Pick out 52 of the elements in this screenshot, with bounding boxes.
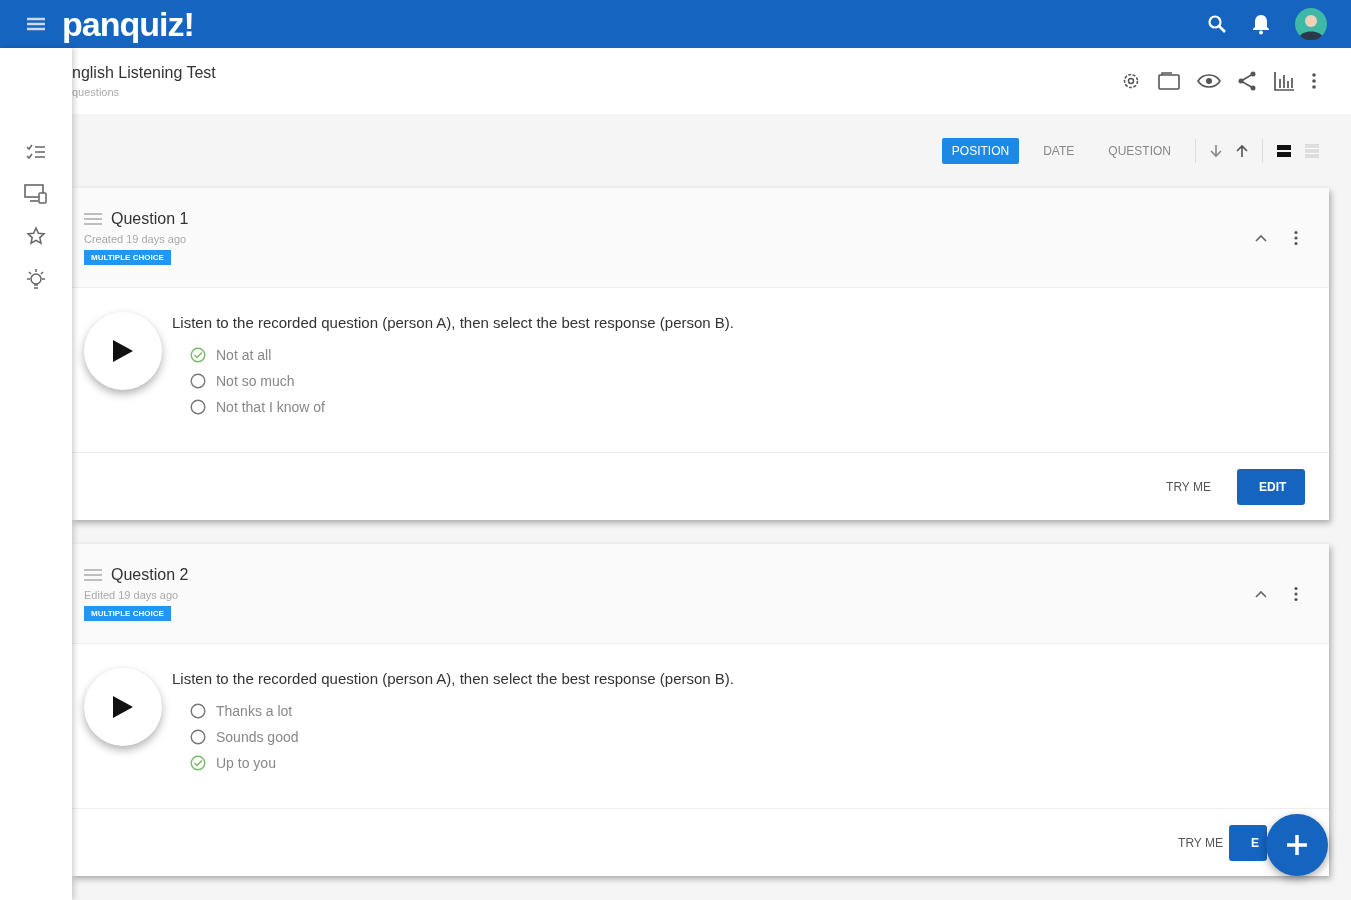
play-icon bbox=[112, 339, 134, 363]
collapse-icon[interactable] bbox=[1255, 233, 1267, 242]
answer-option: Not at all bbox=[216, 347, 272, 363]
arrow-down-icon[interactable] bbox=[1210, 144, 1222, 158]
question-type-tag: MULTIPLE CHOICE bbox=[84, 606, 171, 621]
question-meta: Created 19 days ago bbox=[84, 233, 187, 245]
more-icon[interactable] bbox=[1293, 229, 1299, 246]
question-type-tag: MULTIPLE CHOICE bbox=[84, 250, 171, 265]
slides-icon[interactable] bbox=[1157, 71, 1181, 91]
lightbulb-icon[interactable] bbox=[24, 268, 48, 292]
sort-tab[interactable]: QUESTION bbox=[1098, 138, 1181, 164]
bell-icon[interactable] bbox=[1251, 13, 1271, 35]
question-prompt: Listen to the recorded question (person A), then select the best response (person B). bbox=[172, 670, 734, 687]
star-icon[interactable] bbox=[26, 226, 46, 246]
play-icon bbox=[112, 695, 134, 719]
plus-icon bbox=[1286, 834, 1308, 856]
edit-button[interactable]: EDIT bbox=[1237, 468, 1305, 505]
try-me-button[interactable]: TRY ME bbox=[1160, 478, 1217, 495]
drag-handle-icon[interactable] bbox=[84, 212, 102, 226]
share-icon[interactable] bbox=[1237, 71, 1257, 91]
search-icon[interactable] bbox=[1207, 14, 1227, 34]
play-button[interactable] bbox=[84, 668, 162, 746]
try-me-button[interactable]: TRY ME bbox=[1172, 834, 1229, 851]
more-icon[interactable] bbox=[1293, 585, 1299, 602]
sort-tab[interactable]: DATE bbox=[1033, 138, 1085, 164]
quiz-title: nglish Listening Test bbox=[72, 64, 216, 82]
answer-option: Thanks a lot bbox=[216, 703, 293, 719]
sort-tab[interactable]: POSITION bbox=[941, 138, 1020, 164]
arrow-up-icon[interactable] bbox=[1236, 144, 1248, 158]
answer-option: Up to you bbox=[216, 755, 276, 771]
drag-handle-icon[interactable] bbox=[84, 568, 102, 582]
eye-icon[interactable] bbox=[1197, 73, 1221, 89]
question-title: Question 1 bbox=[111, 210, 189, 228]
settings-icon[interactable] bbox=[1121, 71, 1141, 91]
play-button[interactable] bbox=[84, 312, 162, 390]
answer-option: Sounds good bbox=[216, 729, 299, 745]
avatar-icon[interactable] bbox=[1295, 8, 1327, 40]
menu-icon[interactable] bbox=[26, 16, 46, 32]
collapse-icon[interactable] bbox=[1255, 589, 1267, 598]
question-title: Question 2 bbox=[111, 566, 189, 584]
question-prompt: Listen to the recorded question (person A), then select the best response (person B). bbox=[172, 314, 734, 331]
screen-icon[interactable] bbox=[24, 184, 48, 204]
edit-button[interactable]: E bbox=[1229, 824, 1267, 861]
question-meta: Edited 19 days ago bbox=[84, 589, 179, 601]
logo[interactable]: panquiz! bbox=[62, 4, 194, 44]
list-icon[interactable] bbox=[25, 144, 47, 162]
answer-option: Not so much bbox=[216, 373, 295, 389]
quiz-subtitle: questions bbox=[72, 86, 121, 98]
card-view-icon[interactable] bbox=[1277, 144, 1291, 158]
more-icon[interactable] bbox=[1311, 72, 1317, 90]
answer-option: Not that I know of bbox=[216, 399, 325, 415]
bar-chart-icon[interactable] bbox=[1273, 71, 1295, 91]
